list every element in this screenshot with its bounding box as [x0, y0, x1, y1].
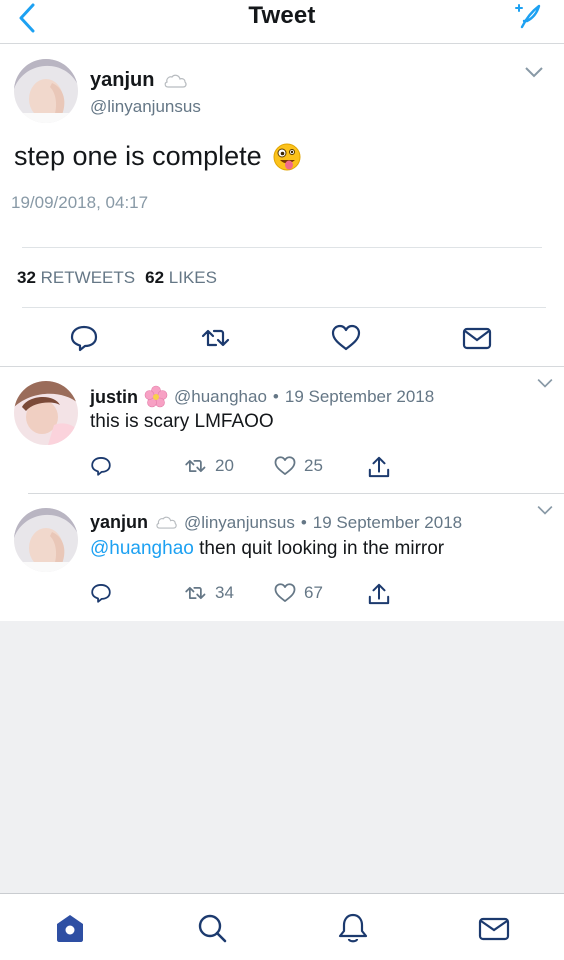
cloud-icon	[156, 516, 177, 529]
retweet-action[interactable]: 34	[183, 582, 234, 604]
heart-icon	[274, 456, 296, 475]
flower-icon	[144, 385, 168, 408]
reply-body: then quit looking in the mirror	[193, 538, 445, 559]
author-name[interactable]: yanjun	[90, 69, 154, 92]
reply-date: 19 September 2018	[284, 387, 435, 406]
reply-date: 19 September 2018	[312, 512, 463, 532]
heart-icon[interactable]	[331, 323, 361, 353]
reply-text: this is scary LMFAOO	[90, 411, 274, 432]
retweets-stat[interactable]: 32 RETWEETS	[17, 268, 135, 288]
chevron-down-icon[interactable]	[536, 377, 554, 389]
mention-link[interactable]: @huanghao	[90, 538, 194, 559]
author-handle[interactable]: @linyanjunsus	[90, 97, 201, 117]
mail-icon[interactable]	[462, 323, 492, 353]
search-icon[interactable]	[195, 911, 229, 945]
tab-bar	[0, 893, 564, 960]
retweet-count: 20	[215, 456, 234, 475]
divider	[22, 307, 546, 308]
author-handle[interactable]: @linyanjunsus	[184, 513, 295, 533]
like-action[interactable]: 67	[274, 582, 323, 604]
author-handle[interactable]: @huanghao	[174, 387, 267, 407]
compose-icon	[515, 4, 541, 29]
chevron-down-icon[interactable]	[524, 65, 544, 79]
share-action[interactable]	[368, 582, 390, 606]
avatar[interactable]	[14, 381, 78, 445]
retweet-count: 34	[215, 583, 234, 602]
share-action[interactable]	[368, 455, 390, 479]
tweet-text: step one is complete	[14, 141, 262, 171]
reply-icon	[91, 457, 111, 476]
tweet-timestamp: 19/09/2018, 04:17	[11, 193, 149, 212]
reply-tweet[interactable]: yanjun @linyanjunsus • 19 September 2018…	[0, 494, 564, 621]
mail-icon[interactable]	[477, 911, 511, 945]
like-action[interactable]: 25	[274, 455, 323, 477]
avatar[interactable]	[14, 59, 78, 123]
author-name[interactable]: justin	[90, 387, 138, 408]
retweet-action[interactable]: 20	[183, 455, 234, 477]
reply-icon[interactable]	[69, 323, 99, 353]
separator-dot: •	[300, 512, 307, 532]
reply-text: @huanghao then quit looking in the mirro…	[90, 538, 444, 560]
author-name-row[interactable]: yanjun	[90, 69, 188, 92]
reply-tweet[interactable]: justin @huanghao • 19 September 2018 thi…	[0, 367, 564, 494]
reply-action[interactable]	[90, 455, 112, 477]
navigation-bar: Tweet	[0, 0, 564, 44]
retweet-icon	[185, 459, 206, 473]
bell-icon[interactable]	[336, 911, 370, 945]
reply-header: yanjun @linyanjunsus • 19 September 2018	[90, 512, 462, 533]
retweet-icon	[185, 586, 206, 600]
author-name[interactable]: yanjun	[90, 512, 148, 533]
share-icon	[368, 456, 390, 478]
divider	[22, 247, 542, 248]
zany-face-icon	[273, 143, 301, 170]
avatar[interactable]	[14, 508, 78, 572]
tweet-actions	[0, 323, 564, 355]
share-icon	[368, 583, 390, 605]
like-count: 25	[304, 456, 323, 475]
compose-button[interactable]	[512, 2, 542, 30]
page-title: Tweet	[248, 2, 316, 29]
tweet-stats: 32 RETWEETS 62 LIKES	[17, 268, 217, 288]
reply-actions: 20 25	[0, 455, 564, 481]
like-count: 67	[304, 583, 323, 602]
reply-icon	[91, 584, 111, 603]
empty-content-area	[0, 621, 564, 893]
heart-icon	[274, 583, 296, 602]
cloud-icon	[165, 74, 188, 88]
separator-dot: •	[272, 387, 279, 406]
reply-action[interactable]	[90, 582, 112, 604]
tweet-text-row: step one is complete	[14, 141, 302, 172]
likes-stat[interactable]: 62 LIKES	[145, 268, 217, 288]
reply-actions: 34 67	[0, 582, 564, 608]
reply-header: justin @huanghao • 19 September 2018	[90, 385, 434, 409]
home-icon[interactable]	[53, 911, 87, 945]
main-tweet: yanjun @linyanjunsus step one is complet…	[0, 45, 564, 365]
retweet-icon[interactable]	[200, 323, 230, 353]
chevron-down-icon[interactable]	[536, 504, 554, 516]
